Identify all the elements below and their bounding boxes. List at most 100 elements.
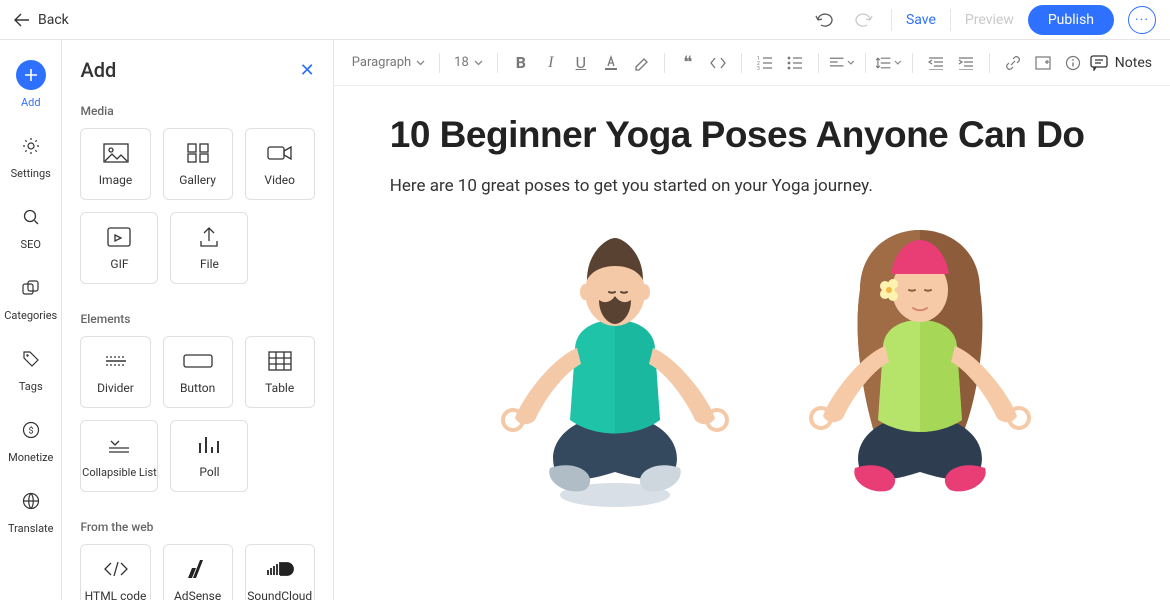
info-button[interactable] — [1060, 50, 1086, 76]
add-heading: Add ✕ — [80, 58, 314, 82]
divider — [891, 9, 892, 31]
globe-icon — [16, 486, 46, 516]
tile-poll[interactable]: Poll — [170, 420, 248, 492]
divider — [912, 53, 913, 73]
tile-video[interactable]: Video — [245, 128, 315, 200]
quote-button[interactable]: ❝ — [675, 50, 701, 76]
bullet-list-button[interactable] — [782, 50, 808, 76]
paragraph-label: Paragraph — [352, 55, 411, 70]
rail-label: Translate — [8, 522, 54, 535]
divider-icon — [104, 349, 128, 373]
table-icon — [268, 349, 292, 373]
divider — [865, 53, 866, 73]
divider — [664, 53, 665, 73]
underline-button[interactable]: U — [568, 50, 594, 76]
rail-label: Categories — [4, 309, 57, 322]
section-media-label: Media — [80, 104, 314, 118]
rail-label: Add — [21, 96, 41, 109]
link-button[interactable] — [1000, 50, 1026, 76]
close-icon[interactable]: ✕ — [300, 60, 315, 81]
insert-image-button[interactable] — [1030, 50, 1056, 76]
tile-gif[interactable]: GIF — [80, 212, 158, 284]
image-icon — [103, 141, 129, 165]
divider — [818, 53, 819, 73]
yoga-woman-illustration — [805, 220, 1035, 510]
publish-button[interactable]: Publish — [1028, 5, 1114, 35]
tile-adsense[interactable]: AdSense — [163, 544, 233, 600]
soundcloud-icon — [266, 557, 294, 581]
tile-label: GIF — [110, 257, 128, 271]
notes-button[interactable]: Notes — [1090, 55, 1152, 71]
gear-icon — [16, 131, 46, 161]
back-arrow-icon — [14, 13, 30, 27]
svg-text:$: $ — [28, 426, 33, 437]
editor: Paragraph 18 B I U ❝ 123 — [334, 40, 1170, 600]
text-color-button[interactable] — [598, 50, 624, 76]
tile-table[interactable]: Table — [245, 336, 315, 408]
post-title[interactable]: 10 Beginner Yoga Poses Anyone Can Do — [390, 114, 1130, 156]
video-icon — [267, 141, 293, 165]
indent-increase-button[interactable] — [953, 50, 979, 76]
back-label: Back — [38, 12, 69, 28]
tile-button[interactable]: Button — [163, 336, 233, 408]
rail-tags[interactable]: Tags — [1, 338, 61, 403]
tile-image[interactable]: Image — [80, 128, 150, 200]
font-size-dropdown[interactable]: 18 — [450, 55, 487, 70]
preview-button[interactable]: Preview — [965, 12, 1014, 28]
post-intro[interactable]: Here are 10 great poses to get you start… — [390, 176, 1130, 196]
document-body[interactable]: 10 Beginner Yoga Poses Anyone Can Do Her… — [334, 86, 1170, 510]
tile-divider[interactable]: Divider — [80, 336, 150, 408]
tile-label: Poll — [199, 465, 219, 479]
ellipsis-icon: ··· — [1135, 12, 1149, 28]
add-title: Add — [80, 58, 116, 82]
tile-collapsible-list[interactable]: Collapsible List — [80, 420, 158, 492]
line-spacing-dropdown[interactable] — [876, 50, 902, 76]
search-icon — [16, 202, 46, 232]
upload-icon — [199, 225, 219, 249]
tile-gallery[interactable]: Gallery — [163, 128, 233, 200]
rail-label: SEO — [21, 238, 41, 251]
save-button[interactable]: Save — [906, 12, 936, 28]
rail-add[interactable]: Add — [1, 54, 61, 119]
rail-monetize[interactable]: $ Monetize — [1, 409, 61, 474]
tile-label: Button — [180, 381, 215, 395]
gif-icon — [107, 225, 131, 249]
highlight-button[interactable] — [628, 50, 654, 76]
rail-translate[interactable]: Translate — [1, 480, 61, 545]
back-button[interactable]: Back — [14, 12, 69, 28]
section-elements-label: Elements — [80, 312, 314, 326]
numbered-list-button[interactable]: 123 — [752, 50, 778, 76]
bold-button[interactable]: B — [508, 50, 534, 76]
tile-label: SoundCloud — [247, 589, 312, 600]
add-panel: Add ✕ Media Image Gallery Video GIF — [62, 40, 333, 600]
rail-categories[interactable]: Categories — [1, 267, 61, 332]
top-actions: Save Preview Publish ··· — [811, 5, 1156, 35]
more-options-button[interactable]: ··· — [1128, 6, 1156, 34]
tile-label: Collapsible List — [82, 466, 157, 479]
editor-toolbar: Paragraph 18 B I U ❝ 123 — [334, 40, 1170, 86]
tile-label: Video — [264, 173, 295, 187]
divider — [989, 53, 990, 73]
collapse-icon — [107, 434, 131, 458]
rail-settings[interactable]: Settings — [1, 125, 61, 190]
tile-file[interactable]: File — [170, 212, 248, 284]
undo-button[interactable] — [811, 7, 837, 33]
code-button[interactable] — [705, 50, 731, 76]
indent-decrease-button[interactable] — [923, 50, 949, 76]
cards-icon — [16, 273, 46, 303]
redo-button[interactable] — [851, 7, 877, 33]
notes-icon — [1090, 55, 1108, 71]
paragraph-dropdown[interactable]: Paragraph — [348, 55, 429, 70]
svg-text:3: 3 — [757, 66, 760, 70]
rail-seo[interactable]: SEO — [1, 196, 61, 261]
chevron-down-icon — [416, 60, 425, 66]
yoga-man-illustration — [495, 220, 735, 510]
yoga-illustration — [390, 220, 1130, 510]
align-dropdown[interactable] — [829, 50, 855, 76]
section-web-label: From the web — [80, 520, 314, 534]
divider — [497, 53, 498, 73]
tile-soundcloud[interactable]: SoundCloud — [245, 544, 315, 600]
code-icon — [103, 557, 129, 581]
italic-button[interactable]: I — [538, 50, 564, 76]
tile-html[interactable]: HTML code — [80, 544, 150, 600]
